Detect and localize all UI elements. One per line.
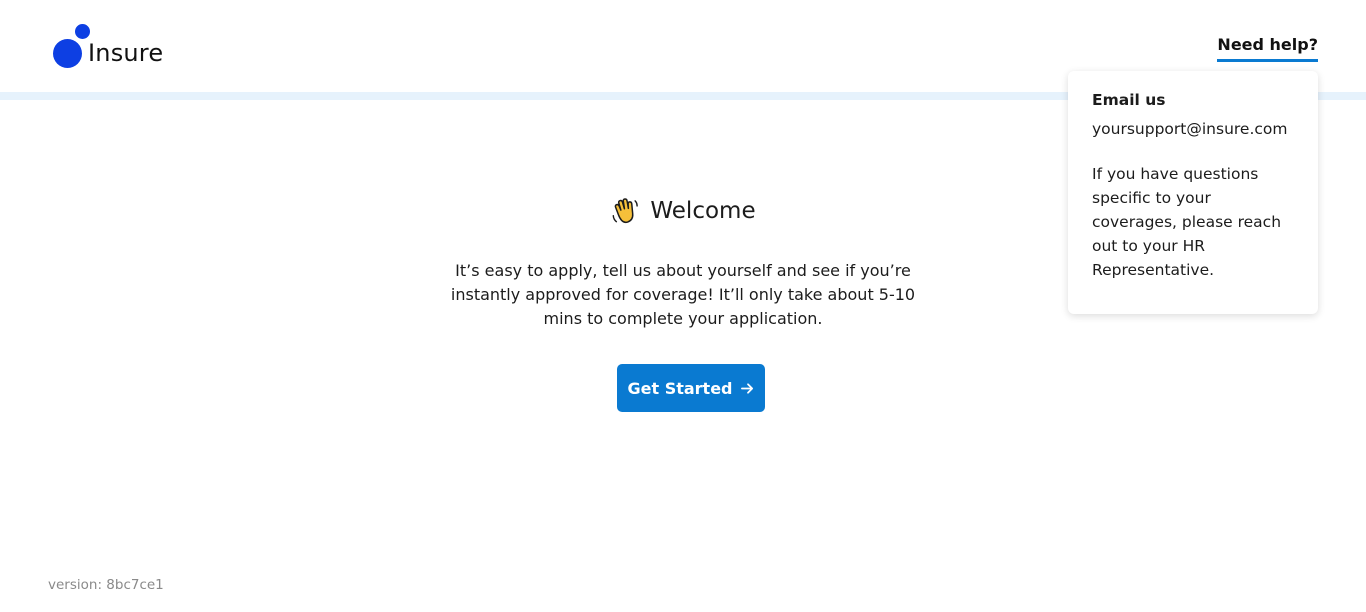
waving-hand-icon bbox=[612, 198, 639, 224]
arrow-right-icon bbox=[740, 382, 753, 394]
welcome-heading: Welcome bbox=[0, 196, 1366, 226]
get-started-button[interactable]: Get Started bbox=[617, 364, 765, 412]
brand-logo[interactable]: Insure bbox=[53, 24, 163, 70]
logo-dot-large bbox=[53, 39, 82, 68]
help-popover: Email us yoursupport@insure.com If you h… bbox=[1068, 71, 1318, 314]
page: Insure Need help? Email us yoursupport@i… bbox=[0, 0, 1366, 612]
version-label: version: 8bc7ce1 bbox=[48, 577, 164, 593]
brand-name: Insure bbox=[88, 38, 164, 67]
logo-mark-icon bbox=[53, 24, 90, 70]
get-started-label: Get Started bbox=[627, 378, 733, 398]
help-popover-title: Email us bbox=[1092, 91, 1166, 109]
welcome-title: Welcome bbox=[650, 198, 756, 224]
intro-text: It’s easy to apply, tell us about yourse… bbox=[450, 261, 916, 328]
logo-dot-small bbox=[75, 24, 90, 39]
need-help-link[interactable]: Need help? bbox=[1217, 35, 1318, 62]
support-email[interactable]: yoursupport@insure.com bbox=[1092, 120, 1294, 138]
